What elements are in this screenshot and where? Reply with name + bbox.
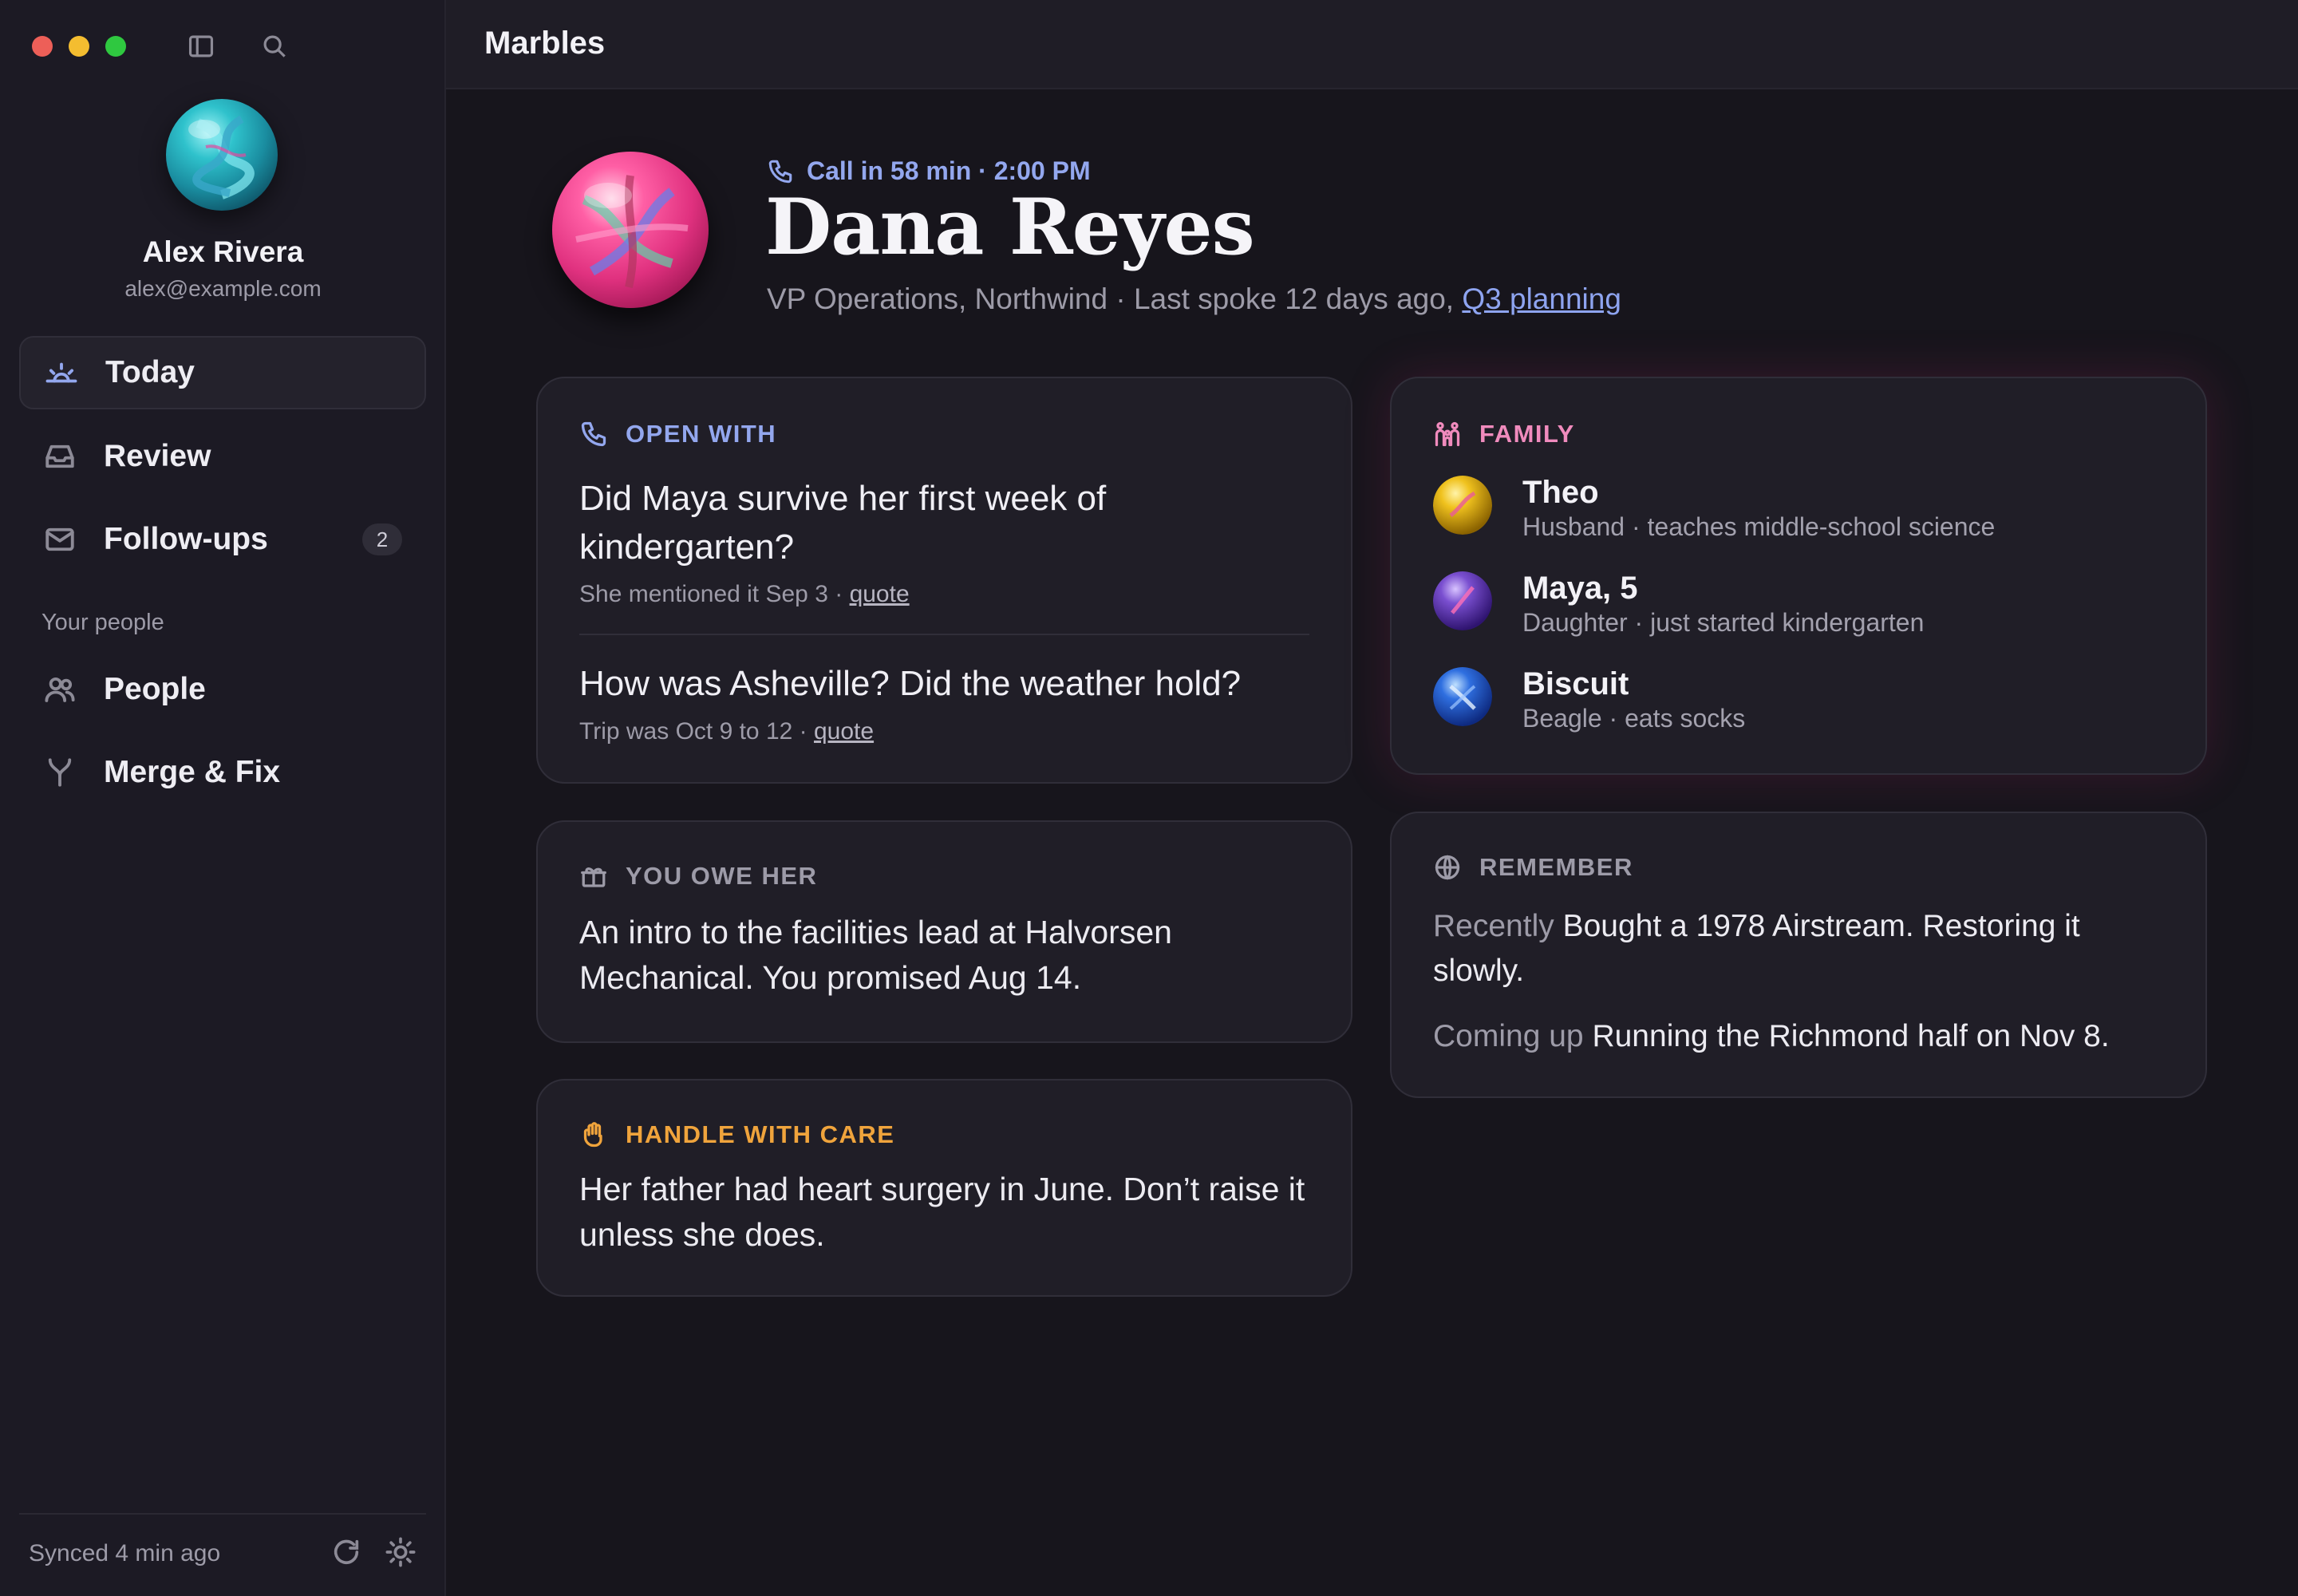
close-window-button[interactable] — [32, 36, 53, 57]
open-with-question-1: Did Maya survive her first week of kinde… — [579, 479, 1107, 567]
inbox-icon — [45, 444, 74, 468]
sidebar-divider — [19, 1513, 426, 1515]
remember-heading-text: REMEMBER — [1479, 853, 1633, 881]
person-avatar — [552, 152, 709, 308]
family-member-name: Maya, 5 — [1522, 571, 1638, 606]
family-member-desc: Daughter · just started kindergarten — [1522, 608, 1925, 637]
nav-item-people[interactable]: People — [19, 653, 426, 726]
handle-with-care-heading: HANDLE WITH CARE — [579, 1120, 894, 1149]
family-member-desc: Beagle · eats socks — [1522, 704, 1746, 733]
family-member-desc: Husband · teaches middle-school science — [1522, 512, 1996, 541]
window-controls — [32, 36, 126, 57]
remember-label: Coming up — [1433, 1019, 1584, 1053]
app-window: Alex Rivera alex@example.com Today Revie… — [0, 0, 2298, 1596]
nav-item-merge-fix[interactable]: Merge & Fix — [19, 736, 426, 809]
remember-coming-up: Coming up Running the Richmond half on N… — [1433, 1014, 2164, 1059]
people-icon — [45, 677, 75, 702]
sidebar-toggle-icon[interactable] — [185, 30, 217, 62]
remember-recently: Recently Bought a 1978 Airstream. Restor… — [1433, 904, 2164, 994]
open-with-card: OPEN WITH Did Maya survive her first wee… — [536, 377, 1352, 784]
merge-icon — [48, 758, 72, 787]
you-owe-card: YOU OWE HER An intro to the facilities l… — [536, 820, 1352, 1043]
family-avatar — [1433, 667, 1492, 726]
follow-ups-count-badge: 2 — [362, 523, 402, 555]
mail-icon — [45, 527, 74, 551]
person-subtitle-text: VP Operations, Northwind · Last spoke 12… — [767, 282, 1455, 315]
nav-label-review: Review — [104, 439, 211, 473]
family-member-info: Theo Husband · teaches middle-school sci… — [1522, 474, 1995, 542]
main-content: Marbles Call in 58 min · 2:00 PM Dana Re… — [446, 0, 2298, 1596]
family-icon — [1435, 421, 1460, 447]
family-card: FAMILY Theo Husband · teaches middle-sch… — [1390, 377, 2207, 775]
open-with-question-2: How was Asheville? Did the weather hold? — [579, 664, 1242, 703]
user-name: Alex Rivera — [142, 235, 304, 268]
sunrise-icon — [45, 362, 77, 383]
family-avatar — [1433, 571, 1492, 630]
open-with-meta-2-text: Trip was Oct 9 to 12 · — [579, 718, 807, 745]
handle-with-care-text: Her father had heart surgery in June. Do… — [579, 1171, 1305, 1253]
family-member-name: Theo — [1522, 475, 1599, 510]
open-with-divider — [579, 634, 1309, 635]
nav-item-today[interactable]: Today — [19, 336, 426, 409]
zoom-window-button[interactable] — [105, 36, 126, 57]
handle-with-care-card: HANDLE WITH CARE Her father had heart su… — [536, 1079, 1352, 1297]
family-member-maya[interactable]: Maya, 5 Daughter · just started kinderga… — [1433, 570, 1924, 638]
gift-icon — [581, 867, 606, 887]
open-with-meta-1-text: She mentioned it Sep 3 · — [579, 581, 843, 607]
sync-status: Synced 4 min ago — [29, 1540, 221, 1566]
open-with-heading: OPEN WITH — [579, 420, 776, 448]
family-heading-text: FAMILY — [1479, 420, 1575, 448]
open-with-heading-text: OPEN WITH — [626, 420, 777, 448]
open-with-meta-1: She mentioned it Sep 3 · quote — [579, 581, 910, 608]
remember-card: REMEMBER Recently Bought a 1978 Airstrea… — [1390, 812, 2207, 1098]
remember-heading: REMEMBER — [1433, 853, 1633, 882]
remember-text: Running the Richmond half on Nov 8. — [1592, 1019, 2110, 1053]
nav-label-people: People — [104, 672, 206, 706]
quote-link-2[interactable]: quote — [814, 718, 874, 745]
nav-label-merge-fix: Merge & Fix — [104, 755, 281, 789]
you-owe-text: An intro to the facilities lead at Halvo… — [579, 914, 1172, 996]
family-avatar — [1433, 476, 1492, 535]
family-member-info: Biscuit Beagle · eats socks — [1522, 666, 1745, 733]
family-member-info: Maya, 5 Daughter · just started kinderga… — [1522, 570, 1924, 638]
remember-label: Recently — [1433, 909, 1554, 943]
phone-icon — [581, 421, 606, 447]
avatar[interactable] — [166, 99, 278, 211]
quote-link-1[interactable]: quote — [850, 581, 910, 607]
person-name: Dana Reyes — [765, 182, 1255, 272]
sidebar: Alex Rivera alex@example.com Today Revie… — [0, 0, 446, 1596]
minimize-window-button[interactable] — [69, 36, 89, 57]
handle-with-care-heading-text: HANDLE WITH CARE — [626, 1120, 895, 1148]
app-title: Marbles — [484, 26, 606, 61]
search-icon[interactable] — [259, 30, 290, 62]
nav-item-review[interactable]: Review — [19, 420, 426, 493]
person-subtitle: VP Operations, Northwind · Last spoke 12… — [767, 282, 1621, 316]
you-owe-heading-text: YOU OWE HER — [626, 862, 818, 890]
section-label-your-people: Your people — [41, 610, 164, 635]
family-member-biscuit[interactable]: Biscuit Beagle · eats socks — [1433, 666, 1745, 733]
titlebar: Marbles — [446, 0, 2298, 89]
open-with-meta-2: Trip was Oct 9 to 12 · quote — [579, 718, 874, 745]
family-heading: FAMILY — [1433, 420, 1575, 448]
globe-icon — [1435, 855, 1460, 880]
phone-icon — [768, 160, 792, 183]
nav-label-today: Today — [105, 355, 195, 389]
last-topic-link[interactable]: Q3 planning — [1462, 282, 1621, 315]
nav-label-follow-ups: Follow-ups — [104, 522, 268, 556]
you-owe-heading: YOU OWE HER — [579, 862, 817, 891]
family-member-theo[interactable]: Theo Husband · teaches middle-school sci… — [1433, 474, 1995, 542]
nav-item-follow-ups[interactable]: Follow-ups 2 — [19, 503, 426, 576]
hand-icon — [583, 1122, 602, 1148]
user-email: alex@example.com — [124, 276, 322, 301]
refresh-icon[interactable] — [330, 1536, 364, 1570]
theme-sun-icon[interactable] — [385, 1536, 418, 1570]
family-member-name: Biscuit — [1522, 666, 1629, 701]
